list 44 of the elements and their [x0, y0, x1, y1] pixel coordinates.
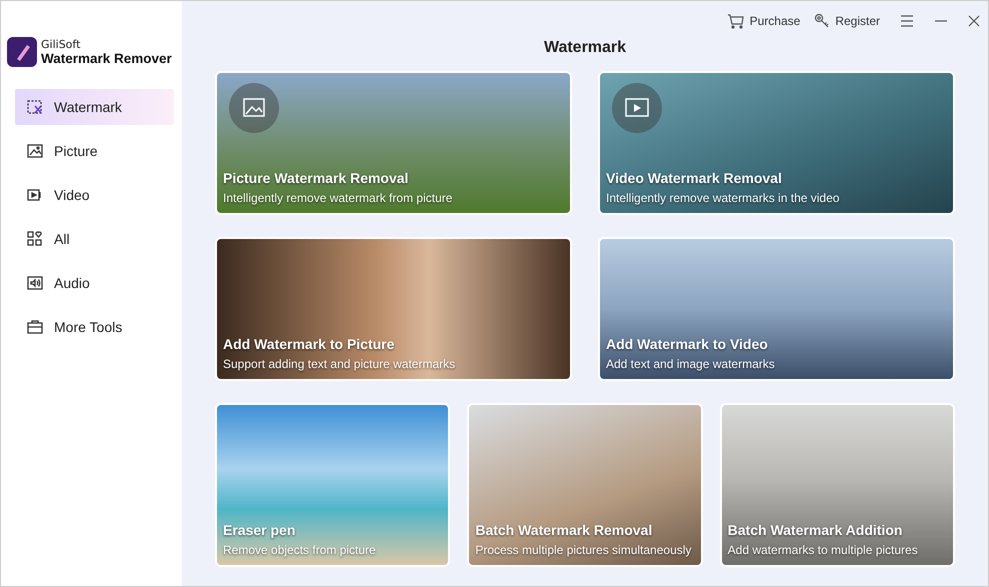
card-subtitle: Add text and image watermarks [606, 357, 775, 371]
picture-icon [26, 142, 44, 160]
tools-icon [26, 318, 44, 336]
page-title: Watermark [542, 39, 628, 57]
vendor-name: GiliSoft [41, 38, 82, 51]
all-icon [26, 230, 44, 248]
card-title: Video Watermark Removal [606, 170, 782, 186]
app-logo-icon [7, 37, 37, 67]
minimize-icon[interactable] [934, 20, 948, 22]
register-button[interactable]: Register [814, 13, 880, 29]
card-title: Batch Watermark Removal [475, 522, 652, 538]
picture-icon [229, 83, 279, 133]
close-icon[interactable] [968, 15, 980, 27]
card-subtitle: Intelligently remove watermark from picture [223, 191, 452, 205]
watermark-icon [26, 98, 44, 116]
cart-icon [726, 13, 745, 29]
feature-card[interactable]: Video Watermark Removal Intelligently remove watermarks in the video [598, 71, 955, 215]
sidebar-item[interactable]: More Tools [15, 309, 174, 345]
feature-card[interactable]: Batch Watermark Removal Process multiple pictures simultaneously [467, 403, 703, 567]
card-subtitle: Support adding text and picture watermarks [223, 357, 456, 371]
key-icon [814, 13, 830, 29]
feature-card[interactable]: Picture Watermark Removal Intelligently remove watermark from picture [215, 71, 572, 215]
card-title: Batch Watermark Addition [728, 522, 902, 538]
card-title: Add Watermark to Video [606, 336, 768, 352]
card-title: Add Watermark to Picture [223, 336, 394, 352]
sidebar-item[interactable]: Video [15, 177, 174, 213]
card-title: Eraser pen [223, 522, 296, 538]
card-subtitle: Intelligently remove watermarks in the video [606, 191, 840, 205]
card-title: Picture Watermark Removal [223, 170, 408, 186]
sidebar-item[interactable]: Picture [15, 133, 174, 169]
sidebar-item[interactable]: All [15, 221, 174, 257]
sidebar-item[interactable]: Audio [15, 265, 174, 301]
card-subtitle: Add watermarks to multiple pictures [728, 543, 918, 557]
feature-card[interactable]: Batch Watermark Addition Add watermarks to multiple pictures [720, 403, 955, 567]
card-subtitle: Process multiple pictures simultaneously [475, 543, 692, 557]
menu-icon[interactable] [900, 15, 914, 27]
card-subtitle: Remove objects from picture [223, 543, 376, 557]
video-icon [612, 83, 662, 133]
audio-icon [26, 274, 44, 292]
purchase-button[interactable]: Purchase [726, 13, 800, 29]
sidebar-item[interactable]: Watermark [15, 89, 174, 125]
feature-card[interactable]: Add Watermark to Video Add text and image watermarks [598, 237, 955, 381]
feature-card[interactable]: Add Watermark to Picture Support adding text and picture watermarks [215, 237, 572, 381]
app-name: Watermark Remover [41, 51, 172, 66]
